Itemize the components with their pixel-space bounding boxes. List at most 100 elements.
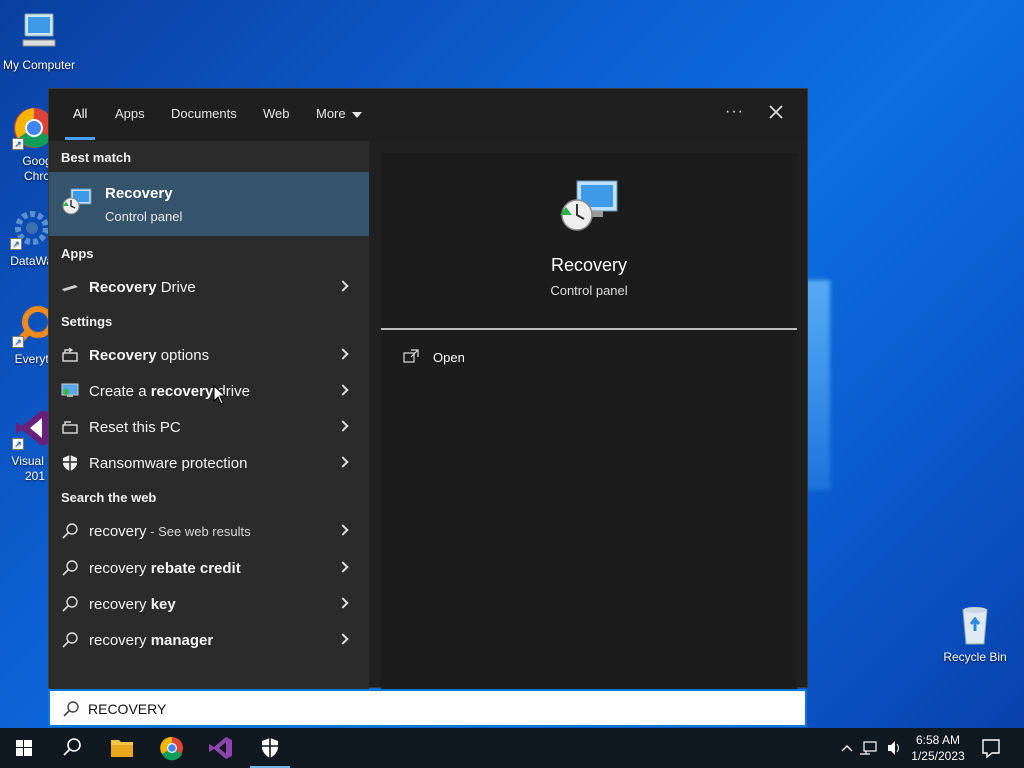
result-recovery-options[interactable]: Recovery options (49, 338, 369, 372)
search-icon[interactable] (48, 728, 96, 768)
shortcut-arrow-icon: ↗ (12, 336, 24, 348)
result-label-hint: - See web results (146, 524, 251, 539)
chevron-right-icon[interactable] (337, 348, 349, 360)
preview-subtitle: Control panel (550, 283, 628, 298)
chevron-right-icon[interactable] (337, 420, 349, 432)
search-flyout: All Apps Documents Web More ··· Best mat… (48, 88, 808, 689)
result-create-recovery-drive[interactable]: Create a recovery drive (49, 374, 369, 408)
web-result[interactable]: recovery - See web results (49, 514, 369, 548)
result-label-bold: Recovery (89, 279, 157, 296)
chevron-right-icon[interactable] (337, 280, 349, 292)
desktop-icon-label: My Computer (2, 58, 76, 72)
chevron-right-icon[interactable] (337, 524, 349, 536)
chevron-right-icon[interactable] (337, 456, 349, 468)
preview-pane: Recovery Control panel Open (381, 153, 797, 689)
tab-documents[interactable]: Documents (171, 106, 237, 140)
result-label-pre: Ransomware protection (89, 455, 248, 472)
search-icon (61, 632, 79, 648)
tray-icons[interactable] (838, 728, 904, 768)
close-icon[interactable] (765, 101, 787, 123)
result-label: recovery key (89, 596, 176, 613)
preview-divider (381, 328, 797, 330)
web-result[interactable]: recovery manager (49, 623, 369, 657)
recovery-icon (61, 186, 93, 218)
chevron-right-icon[interactable] (337, 597, 349, 609)
chevron-right-icon[interactable] (337, 384, 349, 396)
result-label-bold: rebate credit (150, 560, 241, 577)
result-label-bold: Recovery (89, 347, 157, 364)
ellipsis-icon[interactable]: ··· (725, 103, 744, 121)
result-label-pre: Reset this PC (89, 419, 181, 436)
desktop-icon-label: Recycle Bin (943, 650, 1007, 664)
best-match-item[interactable]: Recovery Control panel (49, 172, 369, 236)
monitor-icon (61, 383, 79, 399)
tab-more[interactable]: More (316, 106, 362, 140)
chrome-icon[interactable] (148, 728, 196, 768)
search-box[interactable] (48, 689, 807, 727)
result-label-bold: manager (150, 632, 214, 649)
result-label-pre: recovery (89, 632, 151, 649)
mouse-cursor-icon (213, 384, 227, 405)
result-label-bold: recovery (150, 383, 214, 400)
shortcut-arrow-icon: ↗ (10, 238, 22, 250)
result-label: recovery manager (89, 632, 213, 649)
result-label-pre: recovery (89, 596, 151, 613)
drive-icon (61, 279, 79, 295)
result-label: Recovery options (89, 347, 209, 364)
chevron-right-icon[interactable] (337, 561, 349, 573)
shield-icon (61, 455, 79, 471)
search-tabs-bar: All Apps Documents Web More ··· (49, 89, 807, 141)
start-icon[interactable] (0, 728, 48, 768)
shortcut-arrow-icon: ↗ (12, 438, 24, 450)
result-label: Ransomware protection (89, 455, 247, 472)
result-label: recovery rebate credit (89, 560, 241, 577)
shortcut-arrow-icon: ↗ (12, 138, 24, 150)
clock-time: 6:58 AM (915, 733, 961, 747)
recovery-icon (557, 177, 621, 237)
reset-pc-icon (61, 419, 79, 435)
desktop-icon-my-computer[interactable]: My Computer (1, 10, 77, 72)
best-match-subtitle: Control panel (105, 209, 183, 224)
result-label: recovery - See web results (89, 523, 251, 540)
result-label-rest: Drive (156, 279, 196, 296)
visual-studio-icon[interactable] (196, 728, 244, 768)
section-best-match: Best match (61, 150, 132, 165)
best-match-title: Recovery (105, 185, 173, 202)
result-label-pre: Create a (89, 383, 151, 400)
tab-web[interactable]: Web (263, 106, 290, 140)
tab-more-label: More (316, 106, 346, 121)
result-label-pre: recovery (89, 560, 151, 577)
notification-icon[interactable] (968, 728, 1014, 768)
web-result[interactable]: recovery key (49, 587, 369, 621)
web-result[interactable]: recovery rebate credit (49, 551, 369, 585)
search-icon (61, 560, 79, 576)
taskbar: 6:58 AM 1/25/2023 (0, 728, 1024, 768)
result-reset-this-pc[interactable]: Reset this PC (49, 410, 369, 444)
desktop-icon-recycle-bin[interactable]: Recycle Bin (937, 602, 1013, 664)
computer-icon (17, 10, 61, 54)
security-icon[interactable] (246, 728, 294, 768)
chevron-down-icon (351, 111, 362, 118)
clock[interactable]: 6:58 AM 1/25/2023 (906, 732, 970, 764)
section-apps: Apps (61, 246, 94, 261)
search-icon (61, 596, 79, 612)
search-icon (62, 700, 80, 718)
system-tray (838, 728, 904, 768)
result-label-bold: key (150, 596, 176, 613)
result-recovery-drive[interactable]: Recovery Drive (49, 270, 369, 304)
tab-all[interactable]: All (64, 106, 97, 140)
result-ransomware-protection[interactable]: Ransomware protection (49, 446, 369, 480)
tab-apps[interactable]: Apps (115, 106, 145, 140)
open-label: Open (433, 350, 465, 365)
result-label: Reset this PC (89, 419, 181, 436)
file-explorer-icon[interactable] (98, 728, 146, 768)
search-input[interactable] (88, 698, 768, 720)
result-label-post: options (156, 347, 210, 364)
recycle-bin-icon (953, 602, 997, 646)
result-label-pre: recovery (89, 523, 147, 540)
preview-title: Recovery (550, 255, 628, 275)
section-settings: Settings (61, 314, 113, 329)
result-label: Recovery Drive (89, 279, 196, 296)
chevron-right-icon[interactable] (337, 633, 349, 645)
clock-date: 1/25/2023 (911, 749, 965, 763)
